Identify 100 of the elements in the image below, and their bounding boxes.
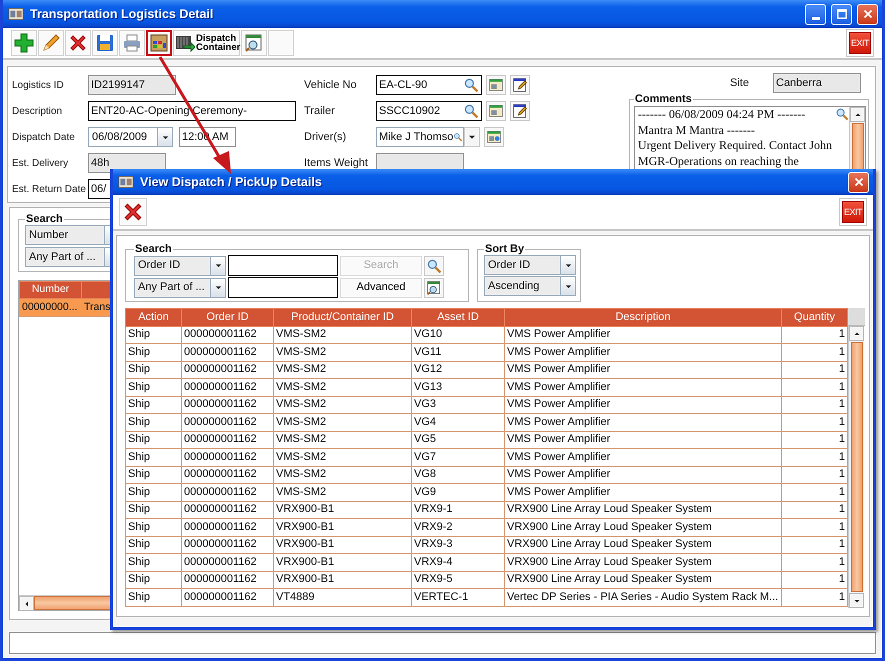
exit-button[interactable]: EXIT [842,201,864,223]
find-button[interactable] [424,256,444,276]
close-button[interactable] [857,4,878,24]
table-cell: VRX9-5 [412,571,504,588]
table-cell: VMS-SM2 [274,484,412,501]
delete-button[interactable] [65,30,91,56]
table-cell: Ship [126,501,182,518]
group-label: Sort By [484,244,526,255]
edit-button[interactable] [510,101,530,121]
dropdown[interactable]: Order ID [484,255,576,275]
table-cell: Ship [126,448,182,466]
lookup-field[interactable]: SSCC10902 [376,101,482,121]
table-cell: 000000001162 [182,484,274,501]
delete-button[interactable] [119,198,147,226]
table-cell: 000000001162 [182,414,274,431]
table-cell: VG8 [412,466,504,484]
table-cell: 000000001162 [182,501,274,518]
column-header[interactable]: Order ID [182,308,274,326]
table-cell: VMS Power Amplifier [504,431,782,448]
add-button[interactable] [11,30,37,56]
search-icon [835,107,849,121]
table-button[interactable] [486,101,506,121]
table-cell: 000000001162 [182,448,274,466]
table-button[interactable] [484,127,504,147]
table-cell: VRX900 Line Array Loud Speaker System [504,536,782,554]
column-header[interactable]: Product/Container ID [274,308,412,326]
table-cell: VMS Power Amplifier [504,448,782,466]
table-cell: VG5 [412,431,504,448]
table-cell: VT4889 [274,588,412,606]
table-cell: VRX900-B1 [274,518,412,536]
field-label: Items Weight [304,156,369,171]
edit-button[interactable] [38,30,64,56]
text-field[interactable]: Canberra [773,73,861,93]
column-header[interactable]: Quantity [782,308,848,326]
table-cell: 000000001162 [182,378,274,396]
column-header[interactable]: Action [126,308,182,326]
dropdown[interactable]: Any Part of ... [134,278,226,298]
grid-icon [149,33,169,53]
table-cell: 000000001162 [182,396,274,414]
table-cell: 000000001162 [182,571,274,588]
table-cell: VMS Power Amplifier [504,396,782,414]
table-cell: VG7 [412,448,504,466]
scrollbar[interactable] [848,326,864,608]
table-cell: Ship [126,431,182,448]
table-cell: VRX900 Line Array Loud Speaker System [504,501,782,518]
save-button[interactable] [92,30,118,56]
text-field[interactable]: ENT20-AC-Opening Ceremony- [88,101,296,121]
window-title: View Dispatch / PickUp Details [140,174,323,191]
table-icon [486,129,502,145]
table-cell: VRX900-B1 [274,571,412,588]
table-cell: VRX9-2 [412,518,504,536]
table-cell: 000000001162 [182,344,274,361]
table-cell: VERTEC-1 [412,588,504,606]
advanced-icon-button[interactable] [424,278,444,298]
maximize-icon [834,7,848,21]
close-button[interactable] [848,172,869,192]
maximize-button[interactable] [831,4,852,24]
table-cell: VMS Power Amplifier [504,484,782,501]
dispatch-container-button[interactable]: Dispatch Container [173,30,240,56]
edit-button[interactable] [510,75,530,95]
search-input[interactable] [228,255,338,276]
table-cell: 00000000... [20,298,82,316]
table-cell: VRX900-B1 [274,501,412,518]
table-cell: VRX900-B1 [274,554,412,571]
field-label: Driver(s) [304,130,348,145]
table-cell: VG13 [412,378,504,396]
text-field[interactable]: ID2199147 [88,75,176,95]
report-button[interactable] [241,30,267,56]
view-button[interactable] [146,30,172,56]
pencil-icon [41,33,61,53]
exit-button[interactable]: EXIT [849,32,871,54]
advanced-button[interactable]: Advanced [340,278,422,298]
dropdown-button[interactable] [464,127,480,147]
table-cell: VG9 [412,484,504,501]
table-cell: Ship [126,484,182,501]
table-cell: VMS-SM2 [274,448,412,466]
header-corner [848,308,865,326]
table-cell: Ship [126,378,182,396]
column-header[interactable]: Description [504,308,782,326]
table-cell: VMS-SM2 [274,378,412,396]
column-header[interactable]: Asset ID [412,308,504,326]
dropdown[interactable]: Order ID [134,256,226,276]
date-field[interactable]: 06/08/2009 [88,127,173,147]
driver-field[interactable]: Mike J Thomso [376,127,464,147]
table-cell: VRX900-B1 [274,536,412,554]
search-input[interactable] [228,277,338,298]
table-cell: Ship [126,344,182,361]
dropdown[interactable]: Ascending [484,276,576,296]
app-icon [117,174,135,190]
table-cell: Vertec DP Series - PIA Series - Audio System Rack M... [504,588,782,606]
column-header[interactable]: Number [20,282,82,298]
table-cell: Ship [126,414,182,431]
table-button[interactable] [486,75,506,95]
scrollbar-thumb[interactable] [850,342,862,592]
minimize-icon [812,16,820,20]
table-cell: 000000001162 [182,536,274,554]
lookup-field[interactable]: EA-CL-90 [376,75,482,95]
table-cell: VMS-SM2 [274,344,412,361]
table-cell: VRX9-3 [412,536,504,554]
minimize-button[interactable] [805,4,826,24]
